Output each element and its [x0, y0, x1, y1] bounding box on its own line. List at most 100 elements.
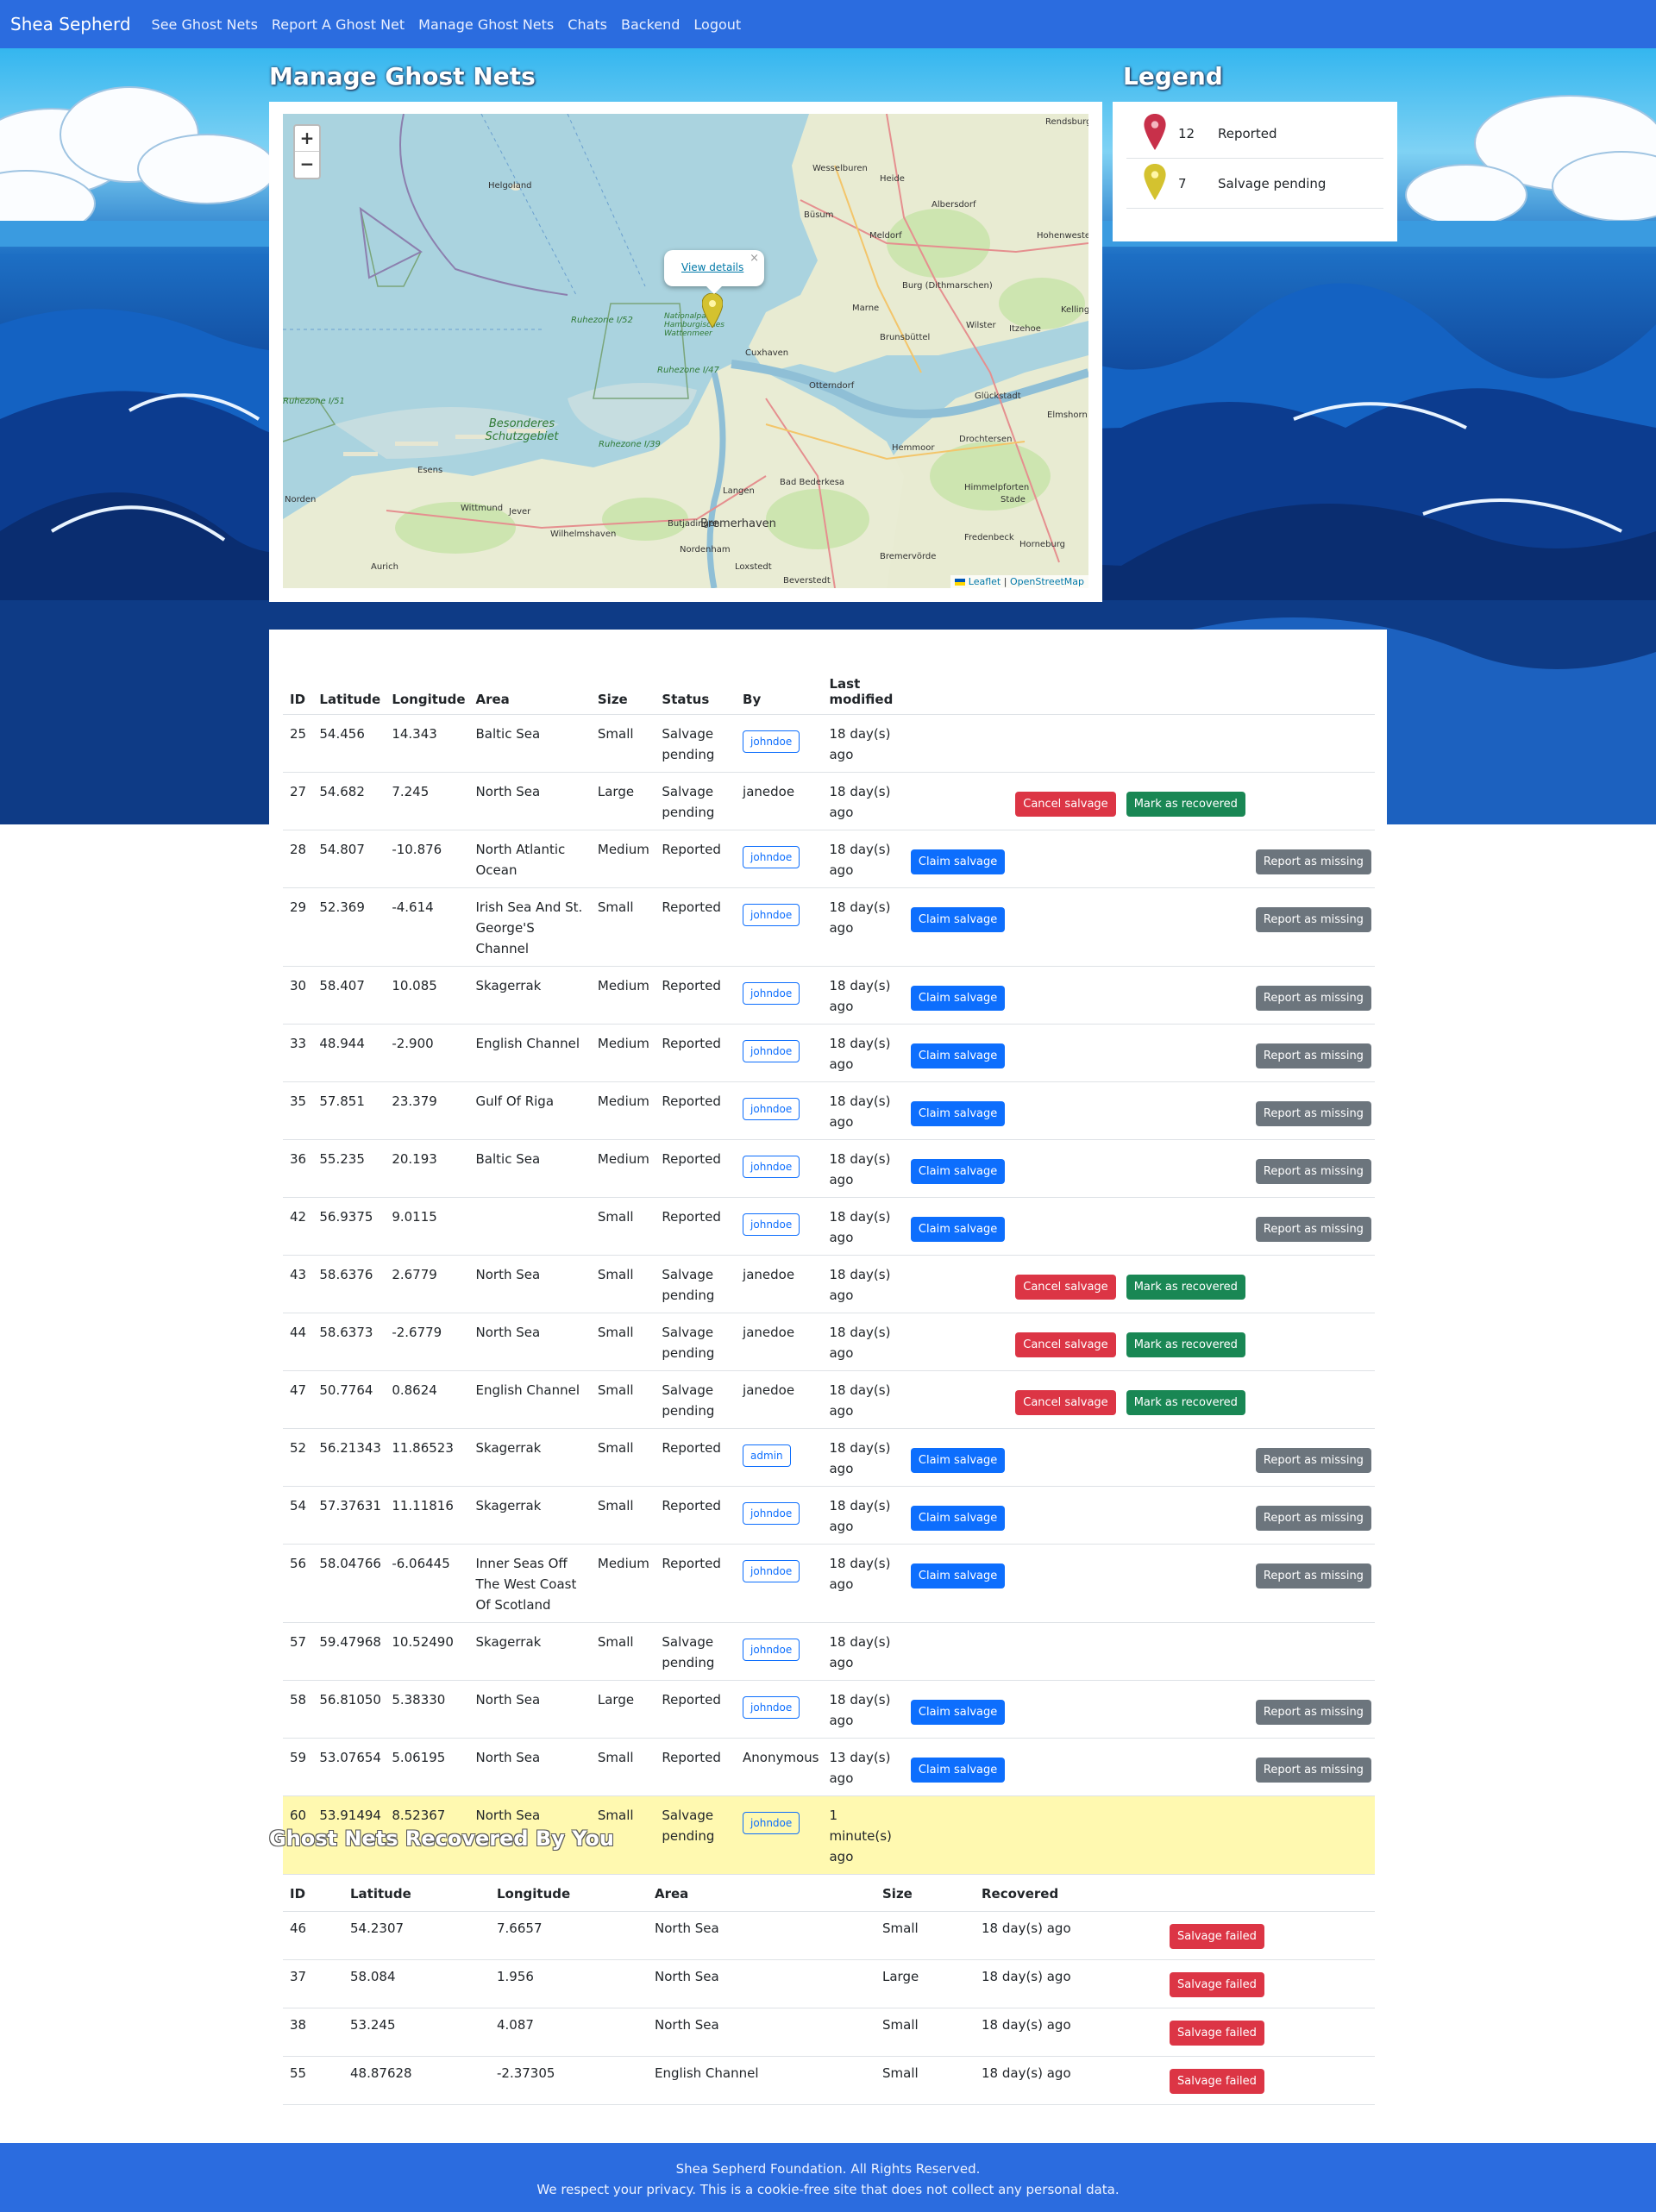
report-missing-button[interactable]: Report as missing [1255, 1563, 1371, 1589]
cancel-salvage-button[interactable]: Cancel salvage [1015, 1332, 1116, 1357]
claim-salvage-button[interactable]: Claim salvage [910, 1100, 1006, 1126]
net-status: Reported [655, 1139, 737, 1198]
net-size: Small [590, 1197, 656, 1256]
report-missing-button[interactable]: Report as missing [1255, 1757, 1371, 1783]
brand-link[interactable]: Shea Sepherd [10, 14, 131, 34]
reporter-user-button[interactable]: johndoe [743, 903, 800, 926]
reporter-user-button[interactable]: johndoe [743, 981, 800, 1005]
map-label: Cuxhaven [745, 348, 789, 358]
zoom-out-button[interactable]: − [295, 152, 319, 178]
report-missing-button[interactable]: Report as missing [1255, 1043, 1371, 1068]
salvage-failed-button[interactable]: Salvage failed [1170, 1923, 1264, 1949]
report-missing-button[interactable]: Report as missing [1255, 1505, 1371, 1531]
reporter-user-button[interactable]: johndoe [743, 1559, 800, 1582]
column-header: Size [590, 645, 656, 715]
net-latitude: 59.47968 [312, 1622, 386, 1681]
net-reporter: johndoe [736, 966, 823, 1025]
report-missing-button-cell: Report as missing [1248, 1680, 1375, 1739]
openstreetmap-link[interactable]: OpenStreetMap [1010, 576, 1084, 587]
nav-report-ghost-net[interactable]: Report A Ghost Net [272, 16, 405, 33]
claim-salvage-button[interactable]: Claim salvage [910, 1043, 1006, 1068]
claim-salvage-button[interactable]: Claim salvage [910, 1505, 1006, 1531]
salvage-failed-button[interactable]: Salvage failed [1170, 2068, 1264, 2094]
nav-manage-ghost-nets[interactable]: Manage Ghost Nets [418, 16, 554, 33]
report-missing-button[interactable]: Report as missing [1255, 1100, 1371, 1126]
claim-salvage-button[interactable]: Claim salvage [910, 1158, 1006, 1184]
nav-see-ghost-nets[interactable]: See Ghost Nets [152, 16, 258, 33]
report-missing-button-cell: Report as missing [1248, 1486, 1375, 1545]
legend-label: Reported [1218, 125, 1277, 141]
recovered-size: Large [875, 1959, 975, 2008]
mark-recovered-button[interactable]: Mark as recovered [1126, 1332, 1245, 1357]
claim-salvage-button[interactable]: Claim salvage [910, 1757, 1006, 1783]
reporter-user-button[interactable]: johndoe [743, 1501, 800, 1525]
claim-salvage-button[interactable]: Claim salvage [910, 1447, 1006, 1473]
net-reporter: johndoe [736, 1544, 823, 1623]
cancel-salvage-button-cell [1008, 1795, 1120, 1875]
recovered-lon: -2.37305 [490, 2056, 648, 2105]
report-missing-button[interactable]: Report as missing [1255, 1447, 1371, 1473]
reporter-user-button[interactable]: johndoe [743, 1097, 800, 1120]
view-details-link[interactable]: View details [681, 261, 743, 273]
salvage-failed-button[interactable]: Salvage failed [1170, 2020, 1264, 2046]
claim-salvage-button[interactable]: Claim salvage [910, 1216, 1006, 1242]
reporter-user-button[interactable]: johndoe [743, 1811, 800, 1834]
net-size: Medium [590, 1139, 656, 1198]
report-missing-button[interactable]: Report as missing [1255, 1699, 1371, 1725]
claim-salvage-button[interactable]: Claim salvage [910, 849, 1006, 874]
reporter-user-button[interactable]: johndoe [743, 730, 800, 753]
mark-recovered-button-cell: Mark as recovered [1119, 1370, 1249, 1429]
mark-recovered-button[interactable]: Mark as recovered [1126, 1274, 1245, 1300]
net-area: Baltic Sea [468, 1139, 591, 1198]
ukraine-flag-icon [955, 579, 966, 586]
reporter-user-button[interactable]: johndoe [743, 1695, 800, 1719]
mark-recovered-button-cell [1119, 1795, 1249, 1875]
report-missing-button[interactable]: Report as missing [1255, 906, 1371, 932]
mark-recovered-button[interactable]: Mark as recovered [1126, 791, 1245, 817]
leaflet-link[interactable]: Leaflet [969, 576, 1000, 587]
cancel-salvage-button[interactable]: Cancel salvage [1015, 791, 1116, 817]
nav-chats[interactable]: Chats [568, 16, 607, 33]
report-missing-button-cell [1248, 1795, 1375, 1875]
close-icon[interactable]: × [750, 252, 759, 265]
net-last-modified: 18 day(s) ago [822, 830, 904, 888]
table-row: 25 54.456 14.343 Baltic Sea Small Salvage pen… [283, 714, 1375, 773]
salvage-failed-button[interactable]: Salvage failed [1170, 1971, 1264, 1997]
net-longitude: 11.86523 [385, 1428, 469, 1487]
reporter-user-button[interactable]: johndoe [743, 845, 800, 868]
net-longitude: 9.0115 [385, 1197, 469, 1256]
reporter-user-button[interactable]: johndoe [743, 1213, 800, 1236]
cancel-salvage-button[interactable]: Cancel salvage [1015, 1389, 1116, 1415]
nav-backend[interactable]: Backend [621, 16, 680, 33]
legend-card: 12 Reported 7 Salvage pending [1113, 102, 1397, 241]
map-label: Bremerhaven [700, 517, 776, 530]
table-row: 38 53.245 4.087 North Sea Small 18 day(s) ago… [283, 2008, 1375, 2057]
net-id: 59 [283, 1738, 313, 1796]
reporter-user-button[interactable]: johndoe [743, 1155, 800, 1178]
report-missing-button[interactable]: Report as missing [1255, 1216, 1371, 1242]
nav-logout[interactable]: Logout [693, 16, 741, 33]
claim-salvage-button[interactable]: Claim salvage [910, 1563, 1006, 1589]
table-row: 42 56.9375 9.0115 Small Reported johndoe 18 da… [283, 1197, 1375, 1256]
net-size: Small [590, 714, 656, 773]
claim-salvage-button[interactable]: Claim salvage [910, 906, 1006, 932]
report-missing-button[interactable]: Report as missing [1255, 849, 1371, 874]
cancel-salvage-button[interactable]: Cancel salvage [1015, 1274, 1116, 1300]
net-latitude: 58.6373 [312, 1313, 386, 1371]
zoom-in-button[interactable]: + [295, 126, 319, 152]
net-status: Reported [655, 1544, 737, 1623]
net-status: Salvage pending [655, 1370, 737, 1429]
net-reporter: johndoe [736, 1024, 823, 1082]
reporter-user-button[interactable]: johndoe [743, 1039, 800, 1062]
map[interactable]: Helgoland Rendsburg Wesselburen Heide Bü… [283, 114, 1088, 588]
reporter-user-button[interactable]: johndoe [743, 1638, 800, 1661]
claim-salvage-button[interactable]: Claim salvage [910, 1699, 1006, 1725]
report-missing-button[interactable]: Report as missing [1255, 1158, 1371, 1184]
reporter-user-button[interactable]: admin [743, 1444, 791, 1467]
mark-recovered-button-cell [1119, 966, 1249, 1025]
claim-salvage-button[interactable]: Claim salvage [910, 985, 1006, 1011]
report-missing-button[interactable]: Report as missing [1255, 985, 1371, 1011]
map-marker-icon[interactable] [702, 293, 723, 328]
net-size: Large [590, 772, 656, 830]
mark-recovered-button[interactable]: Mark as recovered [1126, 1389, 1245, 1415]
